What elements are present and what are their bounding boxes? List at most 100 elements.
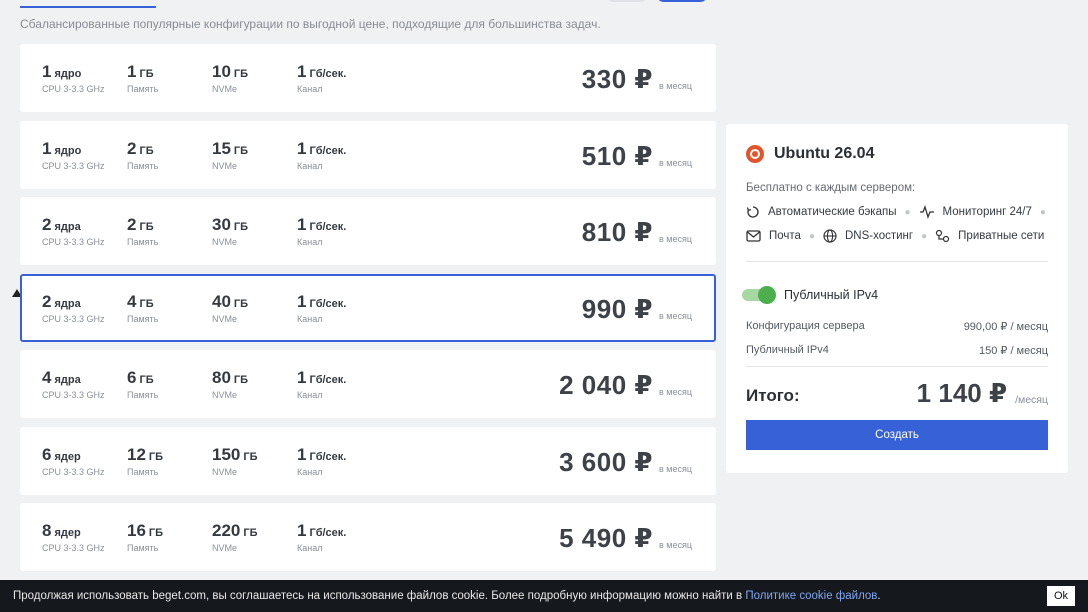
plans-subtitle: Сбалансированные популярные конфигурации… [20, 17, 601, 31]
cores-unit: ядер [54, 527, 81, 539]
cores-value: 6 [42, 444, 52, 464]
plan-row[interactable]: 1 ядро CPU 3-3.3 GHz 2 ГБ Память 15 ГБ NVMe… [20, 120, 716, 189]
ram-unit: ГБ [139, 374, 154, 386]
plan-row-selected[interactable]: 2 ядра CPU 3-3.3 GHz 4 ГБ Память 40 ГБ NVMe… [20, 273, 716, 342]
cpu-label: CPU 3-3.3 GHz [42, 543, 105, 553]
free-features-label: Бесплатно с каждым сервером: [746, 182, 916, 194]
ram-spec: 2 ГБ Память [127, 215, 158, 247]
top-toggle-on[interactable] [656, 0, 708, 2]
cpu-label: CPU 3-3.3 GHz [42, 160, 105, 171]
feature-label: Приватные сети [958, 230, 1045, 242]
ram-unit: ГБ [148, 450, 164, 463]
config-line-item: Конфигурация сервера 990,00 ₽ / месяц [746, 320, 1048, 333]
price-amount: 510 ₽ [581, 140, 653, 171]
cores-value: 2 [42, 291, 52, 311]
ipv4-price: 150 ₽ / месяц [978, 345, 1048, 357]
price-period: в месяц [658, 387, 692, 397]
create-server-button[interactable]: Создать [746, 420, 1048, 450]
cores-value: 2 [42, 215, 52, 234]
cookie-text: Продолжая использовать beget.com, вы сог… [13, 590, 881, 602]
plan-list: 1 ядро CPU 3-3.3 GHz 1 ГБ Память 10 ГБ NVMe… [20, 44, 716, 580]
cookie-banner: Продолжая использовать beget.com, вы сог… [0, 580, 1088, 612]
network-label: Канал [297, 84, 323, 94]
network-label: Канал [297, 390, 323, 400]
plan-price: 2 040 ₽ в месяц [559, 370, 692, 401]
top-toggle-off[interactable] [606, 0, 648, 2]
network-value: 1 [297, 62, 307, 81]
plan-row[interactable]: 6 ядер CPU 3-3.3 GHz 12 ГБ Память 150 ГБ NV… [20, 426, 716, 495]
network-value: 1 [297, 444, 307, 464]
cores-spec: 4 ядра CPU 3-3.3 GHz [42, 368, 105, 400]
total-amount: 1 140 ₽ [916, 378, 1008, 408]
cookie-policy-link[interactable]: Политике cookie файлов [745, 590, 877, 602]
ram-unit: ГБ [139, 221, 154, 233]
ram-label: Память [127, 160, 159, 171]
ram-spec: 6 ГБ Память [127, 368, 158, 400]
cores-unit: ядер [54, 450, 81, 463]
disk-unit: ГБ [233, 68, 249, 80]
plan-price: 3 600 ₽ в месяц [559, 447, 692, 478]
cores-unit: ядра [54, 221, 81, 233]
cores-spec: 6 ядер CPU 3-3.3 GHz [42, 445, 105, 477]
network-value: 1 [297, 215, 307, 234]
ubuntu-icon [746, 145, 764, 163]
ram-label: Память [127, 543, 159, 553]
price-period: в месяц [658, 157, 692, 168]
plan-row[interactable]: 4 ядра CPU 3-3.3 GHz 6 ГБ Память 80 ГБ NVMe… [20, 350, 716, 418]
disk-unit: ГБ [233, 144, 249, 157]
feature-backups: Автоматические бэкапы [746, 205, 896, 219]
disk-label: NVMe [212, 237, 238, 247]
ipv4-toggle-label: Публичный IPv4 [784, 288, 879, 302]
separator-dot: ● [921, 230, 928, 242]
ipv4-toggle[interactable] [742, 286, 776, 304]
ram-label: Память [127, 237, 159, 247]
disk-spec: 220 ГБ NVMe [212, 521, 258, 553]
price-amount: 990 ₽ [581, 293, 653, 324]
network-label: Канал [297, 160, 323, 171]
os-selection[interactable]: Ubuntu 26.04 [746, 145, 874, 163]
total-label: Итого: [746, 386, 800, 405]
plan-row[interactable]: 1 ядро CPU 3-3.3 GHz 1 ГБ Память 10 ГБ NVMe… [20, 44, 716, 112]
network-unit: Гб/сек. [309, 450, 347, 463]
cookie-ok-button[interactable]: Ok [1047, 586, 1075, 606]
disk-spec: 10 ГБ NVMe [212, 62, 248, 94]
ram-value: 12 [127, 444, 146, 464]
feature-monitoring: Мониторинг 24/7 [919, 205, 1032, 219]
disk-unit: ГБ [243, 527, 258, 539]
network-spec: 1 Гб/сек. Канал [297, 445, 346, 477]
plan-price: 810 ₽ в месяц [582, 217, 692, 248]
network-label: Канал [297, 466, 323, 477]
ram-value: 16 [127, 521, 146, 540]
backup-icon [746, 206, 759, 218]
cores-value: 1 [42, 62, 52, 81]
ram-value: 6 [127, 368, 137, 387]
ipv4-label: Публичный IPv4 [746, 344, 829, 356]
disk-unit: ГБ [233, 297, 249, 310]
ipv4-line-item: Публичный IPv4 150 ₽ / месяц [746, 344, 1048, 357]
price-amount: 5 490 ₽ [559, 523, 653, 553]
ipv4-toggle-row[interactable]: Публичный IPv4 [742, 286, 879, 304]
network-unit: Гб/сек. [309, 144, 347, 157]
disk-value: 30 [212, 215, 231, 234]
plan-row[interactable]: 8 ядер CPU 3-3.3 GHz 16 ГБ Память 220 ГБ NV… [20, 503, 716, 571]
price-period: в месяц [658, 81, 692, 91]
cores-value: 4 [42, 368, 52, 387]
disk-value: 150 [212, 444, 241, 464]
disk-spec: 80 ГБ NVMe [212, 368, 248, 400]
feature-label: Почта [769, 230, 801, 242]
network-value: 1 [297, 368, 307, 387]
disk-label: NVMe [212, 160, 238, 171]
network-icon [936, 229, 950, 243]
feature-mail: Почта [746, 230, 801, 242]
feature-label: Автоматические бэкапы [768, 206, 897, 218]
disk-value: 40 [212, 291, 231, 311]
network-spec: 1 Гб/сек. Канал [297, 139, 346, 171]
cpu-label: CPU 3-3.3 GHz [42, 84, 105, 94]
feature-dns: DNS-хостинг [823, 229, 913, 243]
disk-value: 15 [212, 138, 231, 158]
cores-unit: ядра [54, 297, 81, 310]
disk-spec: 150 ГБ NVMe [212, 445, 258, 477]
plan-row[interactable]: 2 ядра CPU 3-3.3 GHz 2 ГБ Память 30 ГБ NVMe… [20, 197, 716, 265]
network-label: Канал [297, 543, 323, 553]
network-value: 1 [297, 521, 307, 540]
